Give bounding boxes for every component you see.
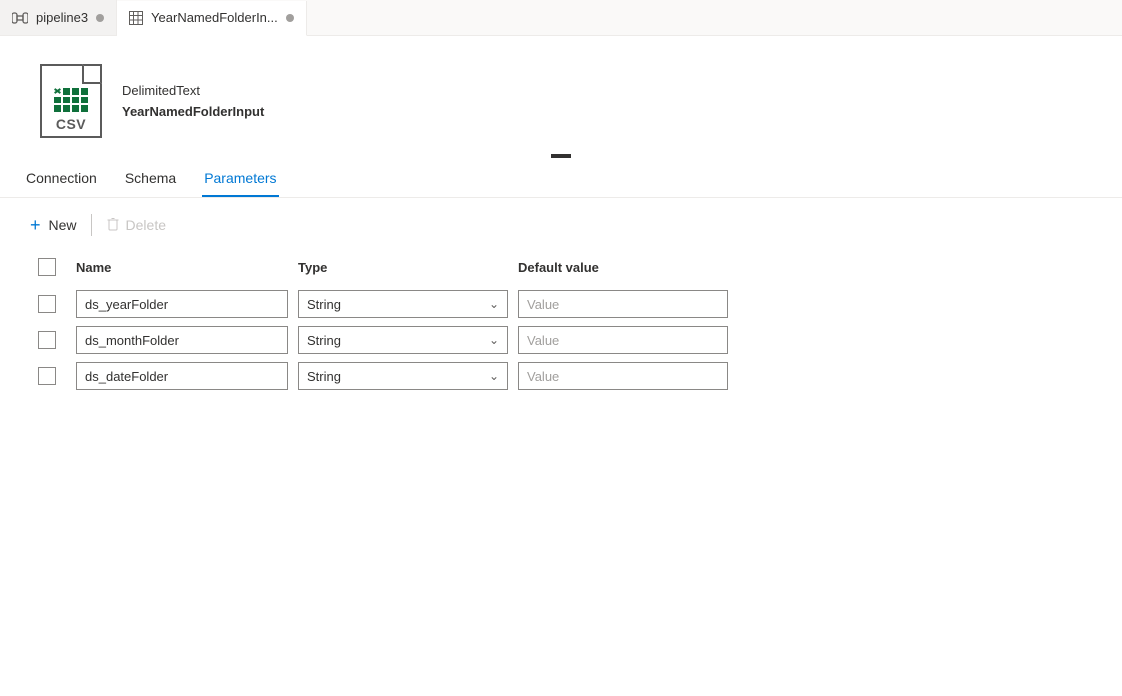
- parameter-name-input[interactable]: [76, 362, 288, 390]
- new-button-label: New: [49, 217, 77, 233]
- selected-type-label: String: [307, 297, 341, 312]
- new-parameter-button[interactable]: + New: [30, 216, 77, 234]
- editor-tab-pipeline[interactable]: pipeline3: [0, 0, 117, 35]
- trash-icon: [106, 217, 120, 234]
- chevron-down-icon: ⌄: [489, 297, 499, 311]
- col-header-name: Name: [76, 260, 288, 275]
- tab-parameters[interactable]: Parameters: [202, 160, 278, 197]
- parameters-grid: Name Type Default value String ⌄ String …: [0, 244, 1122, 394]
- parameters-header-row: Name Type Default value: [38, 258, 1092, 286]
- editor-tab-dataset[interactable]: YearNamedFolderIn...: [117, 1, 307, 36]
- row-checkbox[interactable]: [38, 295, 56, 313]
- parameter-value-input[interactable]: [518, 290, 728, 318]
- col-header-default: Default value: [518, 260, 728, 275]
- dataset-name: YearNamedFolderInput: [122, 104, 264, 119]
- parameter-value-input[interactable]: [518, 362, 728, 390]
- csv-icon-label: CSV: [56, 116, 86, 132]
- delete-button-label: Delete: [126, 217, 166, 233]
- dataset-subtabs: Connection Schema Parameters: [0, 160, 1122, 198]
- dataset-kind: DelimitedText: [122, 83, 264, 98]
- select-all-checkbox[interactable]: [38, 258, 56, 276]
- selected-type-label: String: [307, 369, 341, 384]
- table-row: String ⌄: [38, 322, 1092, 358]
- parameter-name-input[interactable]: [76, 326, 288, 354]
- delete-parameter-button[interactable]: Delete: [106, 217, 166, 234]
- tab-schema[interactable]: Schema: [123, 160, 178, 197]
- parameter-type-select[interactable]: String ⌄: [298, 362, 508, 390]
- table-row: String ⌄: [38, 286, 1092, 322]
- parameters-toolbar: + New Delete: [0, 198, 1122, 244]
- dataset-icon: [129, 11, 143, 25]
- chevron-down-icon: ⌄: [489, 333, 499, 347]
- unsaved-indicator-icon: [286, 14, 294, 22]
- panel-resize-handle[interactable]: [551, 154, 571, 158]
- parameter-type-select[interactable]: String ⌄: [298, 290, 508, 318]
- unsaved-indicator-icon: [96, 14, 104, 22]
- selected-type-label: String: [307, 333, 341, 348]
- plus-icon: +: [30, 216, 41, 234]
- dataset-header: CSV DelimitedText YearNamedFolderInput: [0, 36, 1122, 156]
- toolbar-separator: [91, 214, 92, 236]
- table-row: String ⌄: [38, 358, 1092, 394]
- chevron-down-icon: ⌄: [489, 369, 499, 383]
- editor-tab-label: pipeline3: [36, 10, 88, 25]
- row-checkbox[interactable]: [38, 331, 56, 349]
- editor-tab-bar: pipeline3 YearNamedFolderIn...: [0, 0, 1122, 36]
- col-header-type: Type: [298, 260, 508, 275]
- parameter-type-select[interactable]: String ⌄: [298, 326, 508, 354]
- parameter-value-input[interactable]: [518, 326, 728, 354]
- dataset-meta: DelimitedText YearNamedFolderInput: [122, 83, 264, 119]
- editor-tab-label: YearNamedFolderIn...: [151, 10, 278, 25]
- row-checkbox[interactable]: [38, 367, 56, 385]
- pipeline-icon: [12, 11, 28, 25]
- parameter-name-input[interactable]: [76, 290, 288, 318]
- csv-file-icon: CSV: [40, 64, 102, 138]
- tab-connection[interactable]: Connection: [24, 160, 99, 197]
